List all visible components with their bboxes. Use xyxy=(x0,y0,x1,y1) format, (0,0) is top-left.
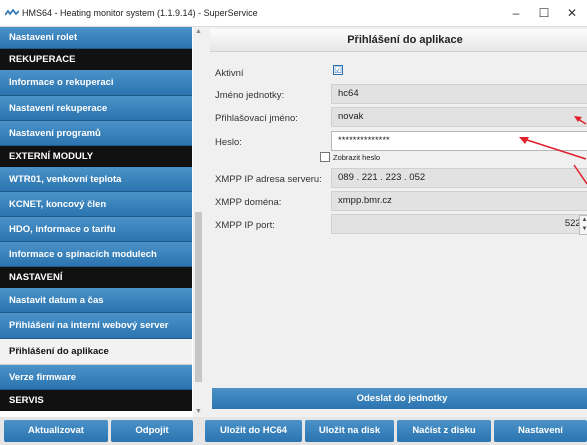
xmpp-port-field[interactable]: 5222 xyxy=(331,214,587,234)
scroll-down-icon[interactable]: ▼ xyxy=(193,407,204,417)
sidebar-item-programs-settings[interactable]: Nastavení programů xyxy=(0,121,192,146)
load-from-disk-button[interactable]: Načíst z disku xyxy=(397,420,491,442)
scroll-up-icon[interactable]: ▲ xyxy=(193,27,204,37)
sidebar-section-service: SERVIS xyxy=(0,390,192,411)
sidebar-item-switch-modules[interactable]: Informace o spínacích modulech xyxy=(0,242,192,267)
minimize-button[interactable]: – xyxy=(506,5,526,21)
port-spinner-icon[interactable]: ▲ ▼ xyxy=(579,215,587,235)
sidebar-item-roller-shutters[interactable]: Nastavení rolet xyxy=(0,27,192,49)
send-to-unit-button[interactable]: Odeslat do jednotky xyxy=(212,388,587,409)
maximize-button[interactable]: ☐ xyxy=(534,5,554,21)
sidebar-scrollbar[interactable]: ▲ ▼ xyxy=(193,27,204,417)
app-logo-icon xyxy=(5,8,19,16)
disconnect-button[interactable]: Odpojit xyxy=(111,420,193,442)
login-name-label: Přihlašovací jméno: xyxy=(215,113,298,124)
main-panel: Přihlášení do aplikace Aktivní ☑ Jméno j… xyxy=(204,27,587,417)
save-to-hc64-button[interactable]: Uložit do HC64 xyxy=(205,420,302,442)
sidebar: Nastavení rolet REKUPERACE Informace o r… xyxy=(0,27,193,417)
xmpp-ip-label: XMPP IP adresa serveru: xyxy=(215,174,322,185)
save-to-disk-button[interactable]: Uložit na disk xyxy=(305,420,394,442)
xmpp-domain-field[interactable]: xmpp.bmr.cz xyxy=(331,191,587,211)
active-checkbox[interactable]: ☑ xyxy=(333,65,343,75)
password-label: Heslo: xyxy=(215,137,242,148)
sidebar-item-date-time[interactable]: Nastavit datum a čas xyxy=(0,288,192,313)
sidebar-item-kcnet[interactable]: KCNET, koncový člen xyxy=(0,192,192,217)
sidebar-item-recuperation-settings[interactable]: Nastavení rekuperace xyxy=(0,96,192,121)
settings-button[interactable]: Nastavení xyxy=(494,420,587,442)
sidebar-item-app-login[interactable]: Přihlášení do aplikace xyxy=(0,339,192,365)
title-bar: HMS64 - Heating monitor system (1.1.9.14… xyxy=(0,0,587,27)
sidebar-section-external-modules: EXTERNÍ MODULY xyxy=(0,146,192,167)
xmpp-domain-label: XMPP doména: xyxy=(215,197,282,208)
xmpp-port-label: XMPP IP port: xyxy=(215,220,275,231)
active-label: Aktivní xyxy=(215,68,244,79)
page-title: Přihlášení do aplikace xyxy=(210,29,587,52)
scrollbar-thumb[interactable] xyxy=(195,212,202,382)
sidebar-item-wtr01[interactable]: WTR01, venkovní teplota xyxy=(0,167,192,192)
close-button[interactable]: ✕ xyxy=(562,5,582,21)
unit-name-field[interactable]: hc64 xyxy=(331,84,587,104)
sidebar-item-web-server-login[interactable]: Přihlášení na interní webový server xyxy=(0,313,192,339)
sidebar-section-settings: NASTAVENÍ xyxy=(0,267,192,288)
sidebar-section-recuperation: REKUPERACE xyxy=(0,49,192,70)
refresh-button[interactable]: Aktualizovat xyxy=(4,420,108,442)
bottom-toolbar: Aktualizovat Odpojit Uložit do HC64 Ulož… xyxy=(0,417,587,445)
unit-name-label: Jméno jednotky: xyxy=(215,90,285,101)
annotation-arrow-icon xyxy=(519,137,587,185)
sidebar-item-hdo[interactable]: HDO, informace o tarifu xyxy=(0,217,192,242)
sidebar-item-recuperation-info[interactable]: Informace o rekuperaci xyxy=(0,70,192,96)
show-password-label: Zobrazit heslo xyxy=(333,153,381,162)
sidebar-item-firmware-version[interactable]: Verze firmware xyxy=(0,365,192,390)
window-title: HMS64 - Heating monitor system (1.1.9.14… xyxy=(22,8,258,18)
show-password-checkbox[interactable] xyxy=(320,152,330,162)
